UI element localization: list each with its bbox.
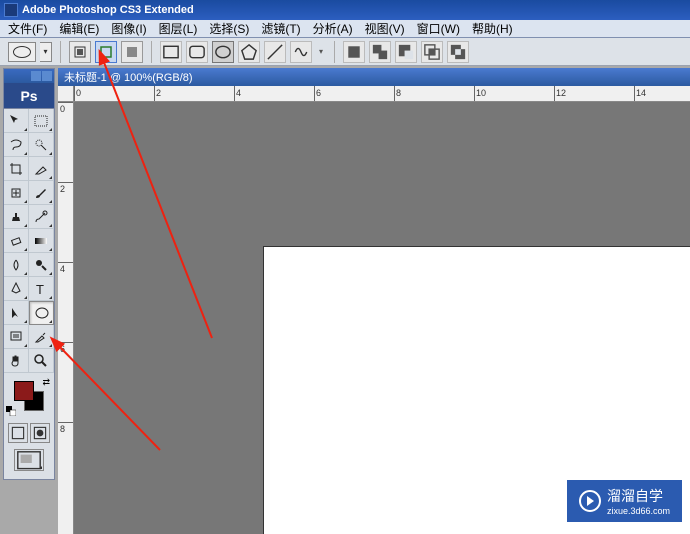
pathop-new-button[interactable]: [343, 41, 365, 63]
quick-mask-row: [4, 423, 54, 443]
watermark: 溜溜自学 zixue.3d66.com: [567, 480, 682, 522]
gradient-tool[interactable]: [29, 229, 54, 253]
shape-polygon-button[interactable]: [238, 41, 260, 63]
crop-tool[interactable]: [4, 157, 29, 181]
quick-select-tool[interactable]: [29, 133, 54, 157]
default-colors-icon[interactable]: [6, 403, 16, 413]
ellipse-shape-tool[interactable]: [29, 301, 54, 325]
ruler-corner: [58, 86, 74, 102]
document-window: 未标题-1 @ 100%(RGB/8) 0 2 4 6 8 10 12 14 0…: [58, 68, 690, 534]
separator: [60, 41, 61, 63]
blur-tool[interactable]: [4, 253, 29, 277]
document-title: 未标题-1 @ 100%(RGB/8): [58, 68, 690, 86]
shape-rectangle-button[interactable]: [160, 41, 182, 63]
foreground-color[interactable]: [14, 381, 34, 401]
mode-fill-pixels-button[interactable]: [121, 41, 143, 63]
slice-tool[interactable]: [29, 157, 54, 181]
toolbox-panel: Ps T ⇄: [3, 68, 55, 480]
play-icon: [579, 490, 601, 512]
menu-window[interactable]: 窗口(W): [411, 20, 466, 37]
shape-rounded-rect-button[interactable]: [186, 41, 208, 63]
app-icon: [4, 3, 18, 17]
menu-edit[interactable]: 编辑(E): [53, 20, 105, 37]
shape-line-button[interactable]: [264, 41, 286, 63]
path-select-tool[interactable]: [4, 301, 29, 325]
mode-paths-button[interactable]: [95, 41, 117, 63]
pathop-subtract-button[interactable]: [395, 41, 417, 63]
pathop-intersect-button[interactable]: [421, 41, 443, 63]
mode-shape-layers-button[interactable]: [69, 41, 91, 63]
shape-custom-button[interactable]: [290, 41, 312, 63]
menu-filter[interactable]: 滤镜(T): [255, 20, 306, 37]
menu-bar: 文件(F) 编辑(E) 图像(I) 图层(L) 选择(S) 滤镜(T) 分析(A…: [0, 20, 690, 38]
notes-tool[interactable]: [4, 325, 29, 349]
menu-help[interactable]: 帮助(H): [466, 20, 519, 37]
pathop-add-button[interactable]: [369, 41, 391, 63]
toolbox-header[interactable]: [4, 69, 54, 83]
horizontal-ruler[interactable]: 0 2 4 6 8 10 12 14: [74, 86, 690, 102]
ps-logo: Ps: [4, 83, 54, 109]
separator: [151, 41, 152, 63]
quick-mask-button[interactable]: [30, 423, 50, 443]
zoom-tool[interactable]: [29, 349, 54, 373]
shape-options-dropdown[interactable]: [316, 41, 326, 63]
brush-tool[interactable]: [29, 181, 54, 205]
spot-heal-tool[interactable]: [4, 181, 29, 205]
rect-marquee-tool[interactable]: [29, 109, 54, 133]
dodge-tool[interactable]: [29, 253, 54, 277]
eyedropper-tool[interactable]: [29, 325, 54, 349]
menu-image[interactable]: 图像(I): [105, 20, 152, 37]
hand-tool[interactable]: [4, 349, 29, 373]
pen-tool[interactable]: [4, 277, 29, 301]
separator: [334, 41, 335, 63]
watermark-brand: 溜溜自学: [607, 486, 670, 506]
tool-preset-dropdown[interactable]: [40, 42, 52, 62]
screen-mode-button[interactable]: [14, 449, 44, 471]
menu-file[interactable]: 文件(F): [2, 20, 53, 37]
move-tool[interactable]: [4, 109, 29, 133]
svg-text:T: T: [36, 282, 44, 297]
watermark-url: zixue.3d66.com: [607, 506, 670, 516]
tool-preset-preview[interactable]: [8, 42, 36, 62]
history-brush-tool[interactable]: [29, 205, 54, 229]
color-swatches: ⇄: [4, 377, 54, 413]
window-titlebar: Adobe Photoshop CS3 Extended: [0, 0, 690, 20]
lasso-tool[interactable]: [4, 133, 29, 157]
menu-layer[interactable]: 图层(L): [153, 20, 204, 37]
eraser-tool[interactable]: [4, 229, 29, 253]
canvas-area[interactable]: [74, 102, 690, 534]
menu-analysis[interactable]: 分析(A): [307, 20, 359, 37]
type-tool[interactable]: T: [29, 277, 54, 301]
screen-mode-row: [4, 449, 54, 471]
standard-mode-button[interactable]: [8, 423, 28, 443]
clone-stamp-tool[interactable]: [4, 205, 29, 229]
shape-ellipse-button[interactable]: [212, 41, 234, 63]
app-title: Adobe Photoshop CS3 Extended: [22, 4, 194, 16]
vertical-ruler[interactable]: 0 2 4 6 8: [58, 86, 74, 534]
swap-colors-icon[interactable]: ⇄: [42, 377, 50, 388]
pathop-exclude-button[interactable]: [447, 41, 469, 63]
options-bar: [0, 38, 690, 66]
menu-select[interactable]: 选择(S): [203, 20, 255, 37]
menu-view[interactable]: 视图(V): [359, 20, 411, 37]
